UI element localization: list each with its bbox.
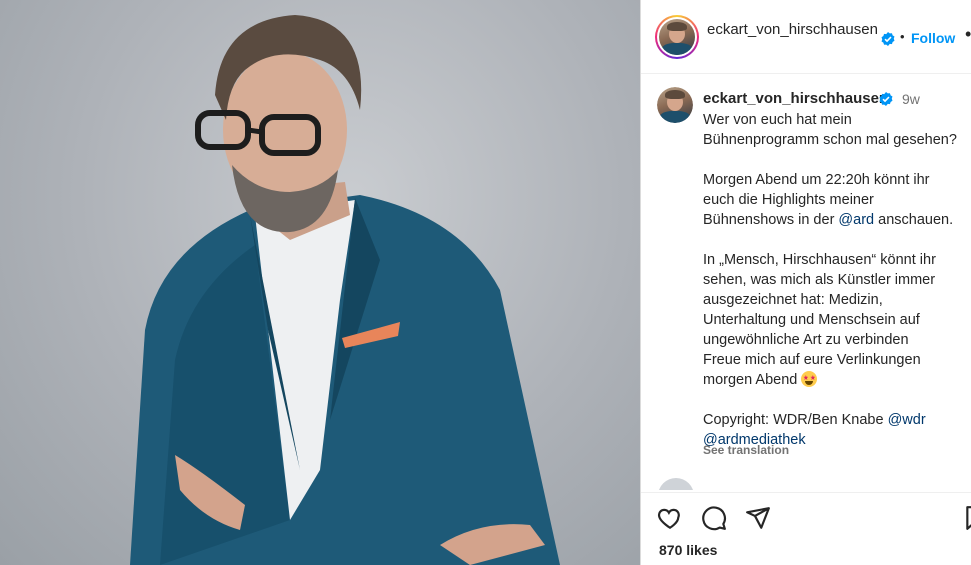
more-options-icon[interactable]: • <box>965 24 971 45</box>
caption-line: ungewöhnliche Art zu verbinden <box>703 332 909 348</box>
comment-icon[interactable] <box>701 505 727 531</box>
caption-line: Unterhaltung und Menschsein auf <box>703 312 920 328</box>
caption-line: In „Mensch, Hirschhausen“ könnt ihr <box>703 252 936 268</box>
header-separator: • <box>900 29 905 44</box>
likes-count[interactable]: 870 likes <box>659 542 717 558</box>
post-timestamp[interactable]: 9w <box>902 91 920 107</box>
caption-username[interactable]: eckart_von_hirschhausen <box>703 90 888 107</box>
portrait-illustration <box>130 15 560 565</box>
next-comment-avatar[interactable] <box>658 478 694 490</box>
caption-line: morgen Abend <box>703 372 798 388</box>
caption-line: Copyright: WDR/Ben Knabe <box>703 412 888 428</box>
caption-line: Morgen Abend um 22:20h könnt ihr <box>703 172 930 188</box>
caption-line: Bühnenshows in der <box>703 212 839 228</box>
post-header: eckart_von_hirschhausen • Follow • <box>641 0 971 74</box>
caption-line: Bühnenprogramm schon mal gesehen? <box>703 132 957 148</box>
caption-avatar[interactable] <box>657 87 693 123</box>
verified-badge-icon <box>881 31 895 49</box>
instagram-post-view: eckart_von_hirschhausen • Follow • eckar… <box>0 0 971 565</box>
caption-line: sehen, was mich als Künstler immer <box>703 272 936 288</box>
heart-icon[interactable] <box>657 505 683 531</box>
follow-button[interactable]: Follow <box>911 30 955 46</box>
caption-line: euch die Highlights meiner <box>703 192 874 208</box>
author-avatar[interactable] <box>655 15 699 59</box>
caption-line: Freue mich auf eure Verlinkungen <box>703 352 921 368</box>
post-actions: 870 likes <box>641 492 971 565</box>
caption-line: ausgezeichnet hat: Medizin, <box>703 292 883 308</box>
verified-badge-icon <box>879 91 893 109</box>
post-caption: eckart_von_hirschhausen 9w Wer von euch … <box>641 75 971 470</box>
next-comment-username[interactable] <box>702 482 792 490</box>
post-photo[interactable] <box>0 0 640 565</box>
caption-text: Wer von euch hat mein Bühnenprogramm sch… <box>703 110 971 470</box>
bookmark-icon[interactable] <box>963 505 971 531</box>
star-struck-emoji <box>801 371 818 387</box>
share-icon[interactable] <box>745 505 771 531</box>
caption-line: Wer von euch hat mein <box>703 112 852 128</box>
mention-link[interactable]: @wdr <box>888 412 926 428</box>
see-translation-link[interactable]: See translation <box>703 443 789 457</box>
author-username[interactable]: eckart_von_hirschhausen <box>707 20 887 39</box>
caption-line: anschauen. <box>874 212 954 228</box>
mention-link[interactable]: @ard <box>838 212 874 228</box>
